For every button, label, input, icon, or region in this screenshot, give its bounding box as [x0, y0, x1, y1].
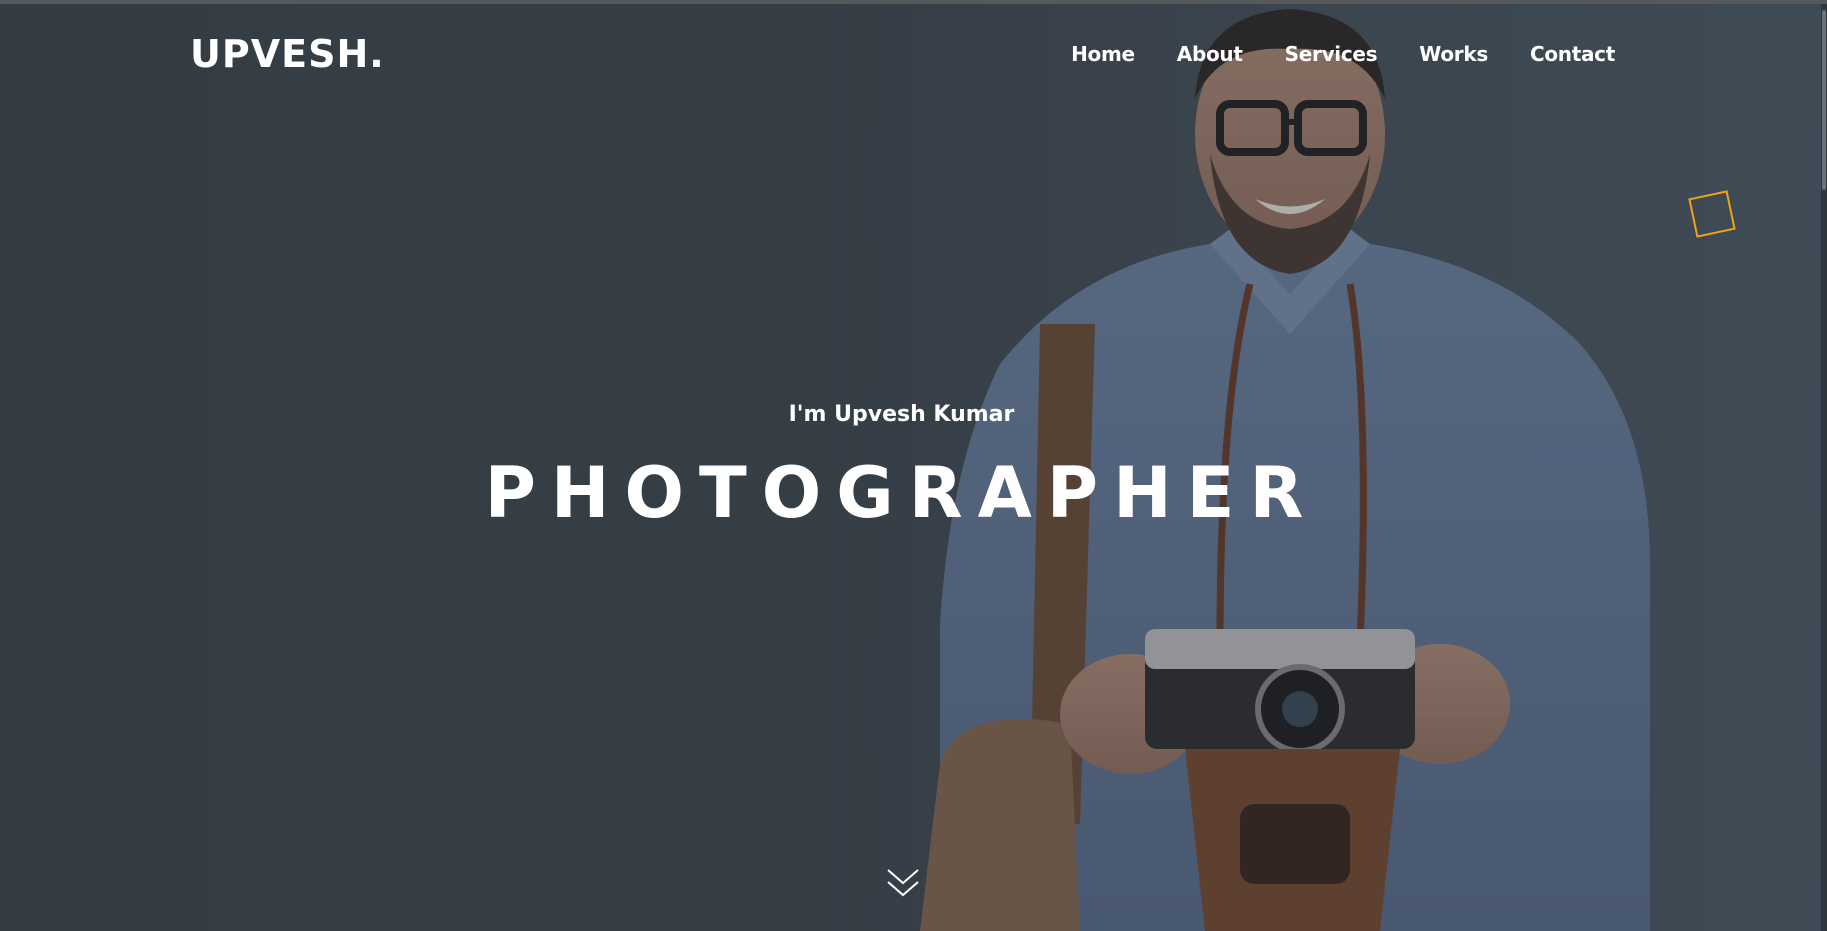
nav-item-contact[interactable]: Contact	[1530, 42, 1615, 66]
nav-item-about[interactable]: About	[1177, 42, 1243, 66]
outline-square-icon	[1688, 190, 1736, 238]
nav-item-works[interactable]: Works	[1419, 42, 1488, 66]
hero-intro-text: I'm Upvesh Kumar	[788, 402, 1015, 427]
hero-headline: PHOTOGRAPHER	[484, 452, 1319, 534]
chevron-double-down-icon[interactable]	[886, 866, 920, 900]
nav-item-home[interactable]: Home	[1071, 42, 1135, 66]
main-nav: Home About Services Works Contact	[1071, 42, 1615, 66]
nav-item-services[interactable]: Services	[1285, 42, 1378, 66]
scrollbar-thumb[interactable]	[1822, 10, 1826, 190]
hero-section: UPVESH. Home About Services Works Contac…	[0, 4, 1827, 931]
site-logo[interactable]: UPVESH.	[190, 32, 385, 76]
page-scrollbar[interactable]	[1821, 4, 1827, 931]
